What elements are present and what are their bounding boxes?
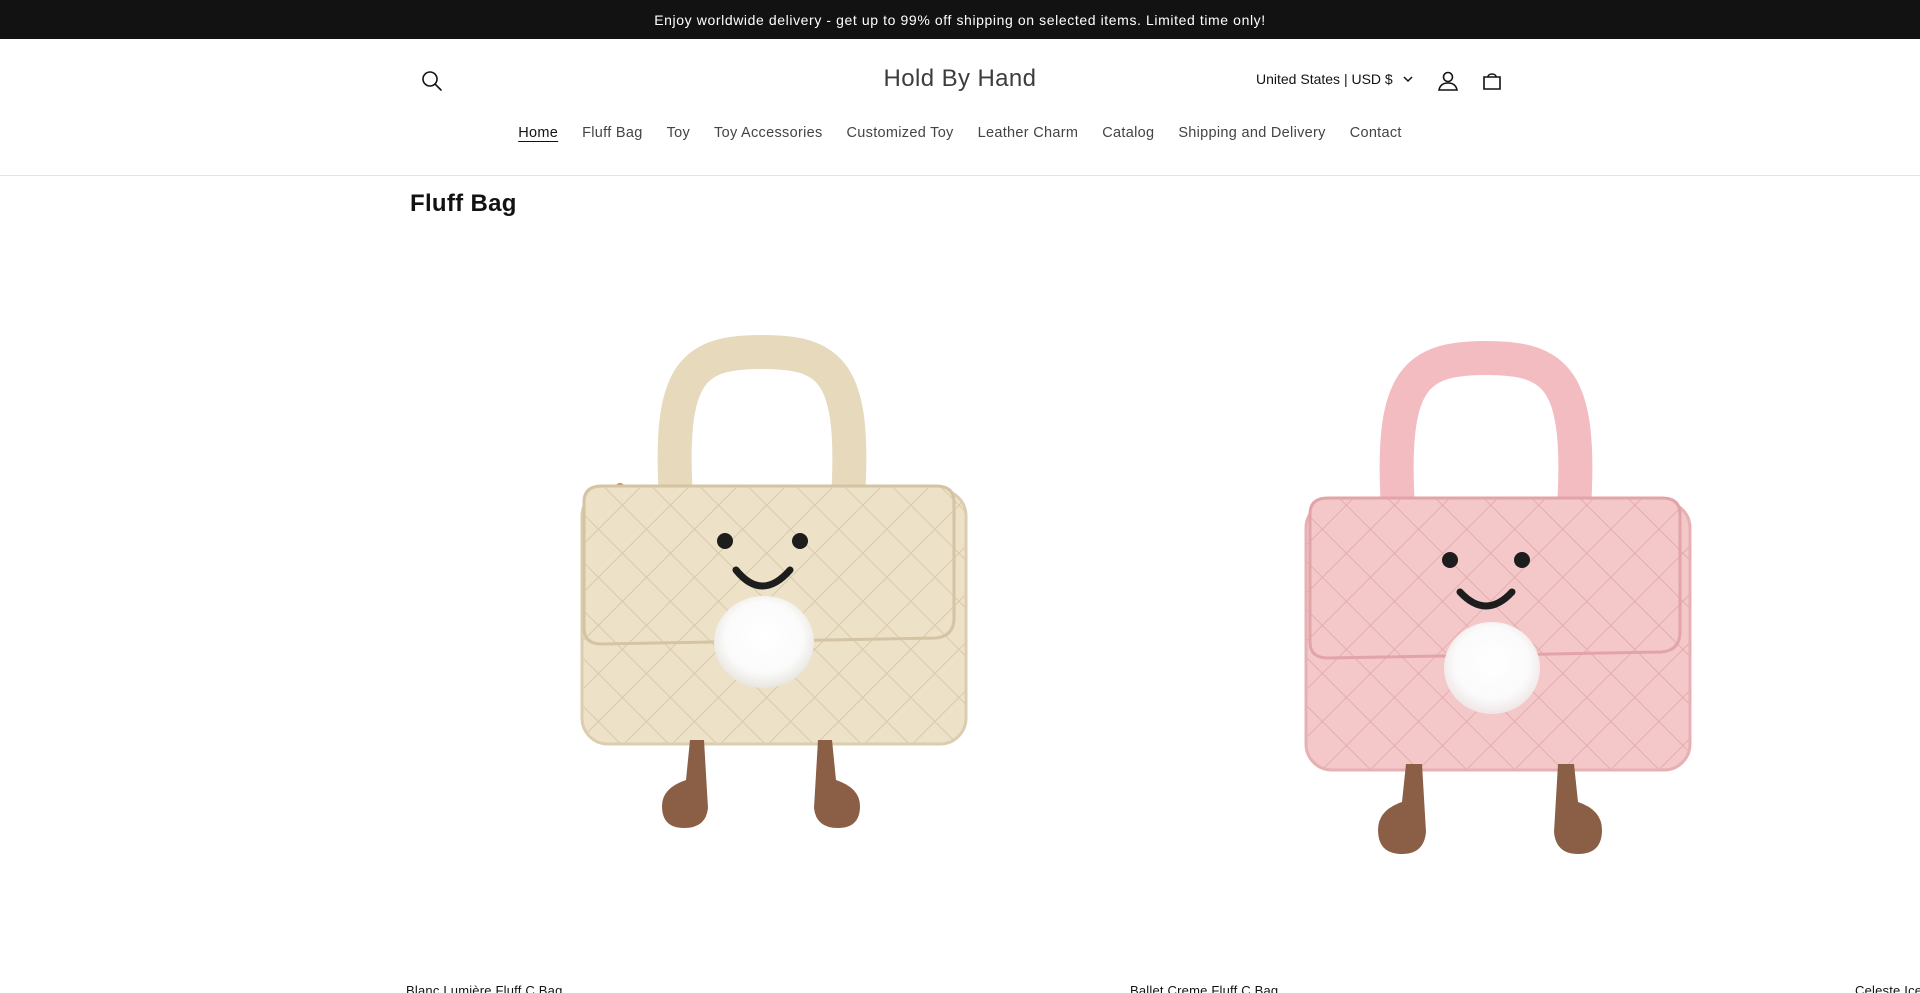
chevron-down-icon [1403,75,1413,82]
announcement-bar: Enjoy worldwide delivery - get up to 99%… [0,0,1920,39]
account-icon [1438,71,1458,91]
product-card[interactable]: Ballet Creme Fluff C Bag [1130,240,1830,993]
product-image[interactable] [1855,240,1920,952]
search-icon [422,71,442,91]
product-image[interactable] [1130,240,1830,952]
product-title[interactable]: Ballet Creme Fluff C Bag [1130,983,1278,993]
locale-label: United States | USD $ [1256,71,1393,87]
nav-item-toy[interactable]: Toy [655,125,702,141]
fluff-bag-pink-image [1304,340,1692,854]
nav-item-home[interactable]: Home [506,125,570,141]
nav-item-fluff-bag[interactable]: Fluff Bag [570,125,654,141]
announcement-text: Enjoy worldwide delivery - get up to 99%… [654,11,1266,28]
site-logo[interactable]: Hold By Hand [760,65,1160,93]
site-logo-text: Hold By Hand [883,65,1037,92]
nav-item-shipping-and-delivery[interactable]: Shipping and Delivery [1166,125,1337,141]
product-title[interactable]: Blanc Lumière Fluff C Bag [406,983,563,993]
nav-item-contact[interactable]: Contact [1338,125,1414,141]
cart-icon [1483,73,1501,90]
main-navigation: Home Fluff Bag Toy Toy Accessories Custo… [0,125,1920,141]
product-card[interactable]: Blanc Lumière Fluff C Bag [406,240,1106,993]
product-card[interactable]: Celeste Ice [1855,240,1920,993]
search-button[interactable] [418,67,446,95]
nav-item-catalog[interactable]: Catalog [1090,125,1166,141]
product-title[interactable]: Celeste Ice [1855,983,1920,993]
cart-button[interactable] [1478,67,1506,95]
fluff-bag-cream-image [580,334,968,828]
site-header: Hold By Hand United States | USD $ Home … [0,39,1920,176]
nav-item-toy-accessories[interactable]: Toy Accessories [702,125,834,141]
nav-item-customized-toy[interactable]: Customized Toy [835,125,966,141]
country-currency-selector[interactable]: United States | USD $ [1256,71,1413,87]
product-image[interactable] [406,240,1106,952]
collection-title: Fluff Bag [410,190,517,217]
account-button[interactable] [1434,67,1462,95]
nav-item-leather-charm[interactable]: Leather Charm [966,125,1091,141]
